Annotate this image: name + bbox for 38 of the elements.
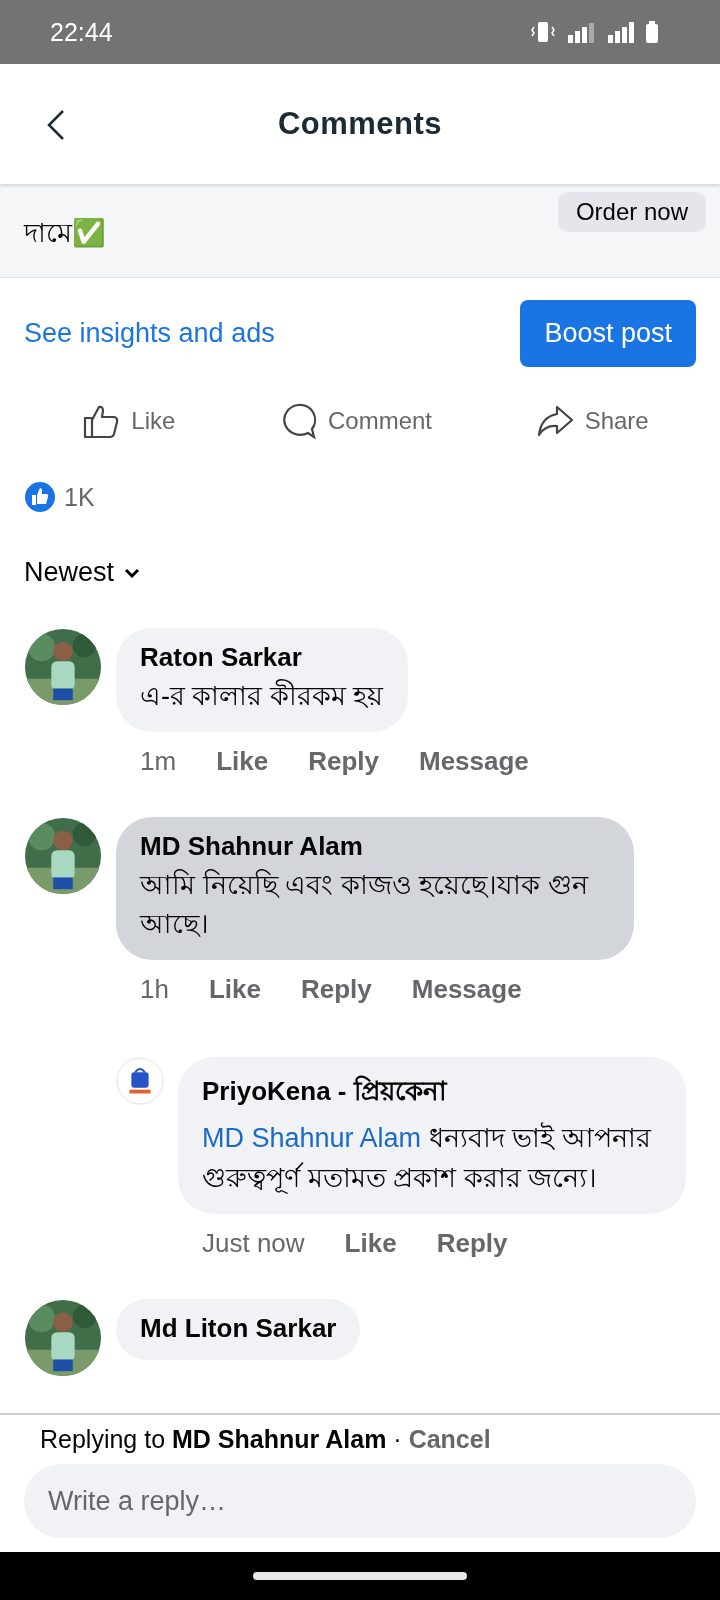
author-name[interactable]: Md Liton Sarkar	[140, 1312, 337, 1344]
battery-icon	[644, 19, 660, 45]
comment-time: Just now	[202, 1227, 305, 1259]
comment-action-link[interactable]: Reply	[300, 974, 372, 1006]
comment-action-link[interactable]: Reply	[308, 746, 379, 778]
author-name[interactable]: MD Shahnur Alam	[140, 831, 610, 863]
boost-button[interactable]: Boost post	[520, 300, 696, 367]
mention-link[interactable]: MD Shahnur Alam	[202, 1123, 422, 1154]
post-action-button[interactable]: Like	[77, 397, 180, 445]
comment-action-link[interactable]: Like	[216, 746, 269, 778]
post-action-button[interactable]: Share	[530, 397, 653, 445]
comment-text: আমি নিয়েছি এবং কাজও হয়েছে।যাক গুন আছে।	[140, 868, 590, 942]
comment-time: 1m	[140, 746, 177, 778]
comment-action-link[interactable]: Reply	[436, 1227, 508, 1259]
comment-text: এ-র কালার কীরকম হয়	[140, 678, 384, 713]
order-button[interactable]: Order now	[557, 192, 706, 232]
comment-action-link[interactable]: Message	[418, 746, 529, 778]
like-reaction-icon	[24, 481, 56, 513]
comment-action-link[interactable]: Message	[411, 974, 522, 1006]
replying-to-text: Replying to MD Shahnur Alam · Cancel	[40, 1425, 492, 1454]
comment-time: 1h	[140, 974, 169, 1006]
signal-icon	[606, 19, 636, 45]
cancel-link[interactable]: Cancel	[408, 1425, 491, 1453]
comment-text: MD Shahnur Alam ধন্যবাদ ভাই আপনার গুরুত্বপূর্ণ মতামত প্রকাশ করার জন্যে।	[202, 1121, 653, 1196]
author-name[interactable]: Raton Sarkar	[140, 642, 384, 673]
sort-dropdown[interactable]: Newest	[24, 557, 143, 588]
author-name[interactable]: PriyoKena - প্রিয়কেনা	[202, 1071, 662, 1116]
shopping-bag-icon[interactable]	[116, 1057, 164, 1106]
reply-input-field[interactable]: Write a reply…	[24, 1464, 696, 1538]
comment-action-link[interactable]: Like	[208, 974, 261, 1006]
reaction-count[interactable]: 1K	[64, 482, 95, 512]
post-text: দামে✅	[24, 217, 106, 250]
page-title: Comments	[277, 106, 443, 142]
vibrate-icon	[530, 19, 556, 45]
status-time: 22:44	[50, 17, 113, 47]
insights-link[interactable]: See insights and ads	[24, 318, 275, 349]
comment-action-link[interactable]: Like	[344, 1227, 397, 1259]
post-action-button[interactable]: Comment	[273, 397, 436, 445]
